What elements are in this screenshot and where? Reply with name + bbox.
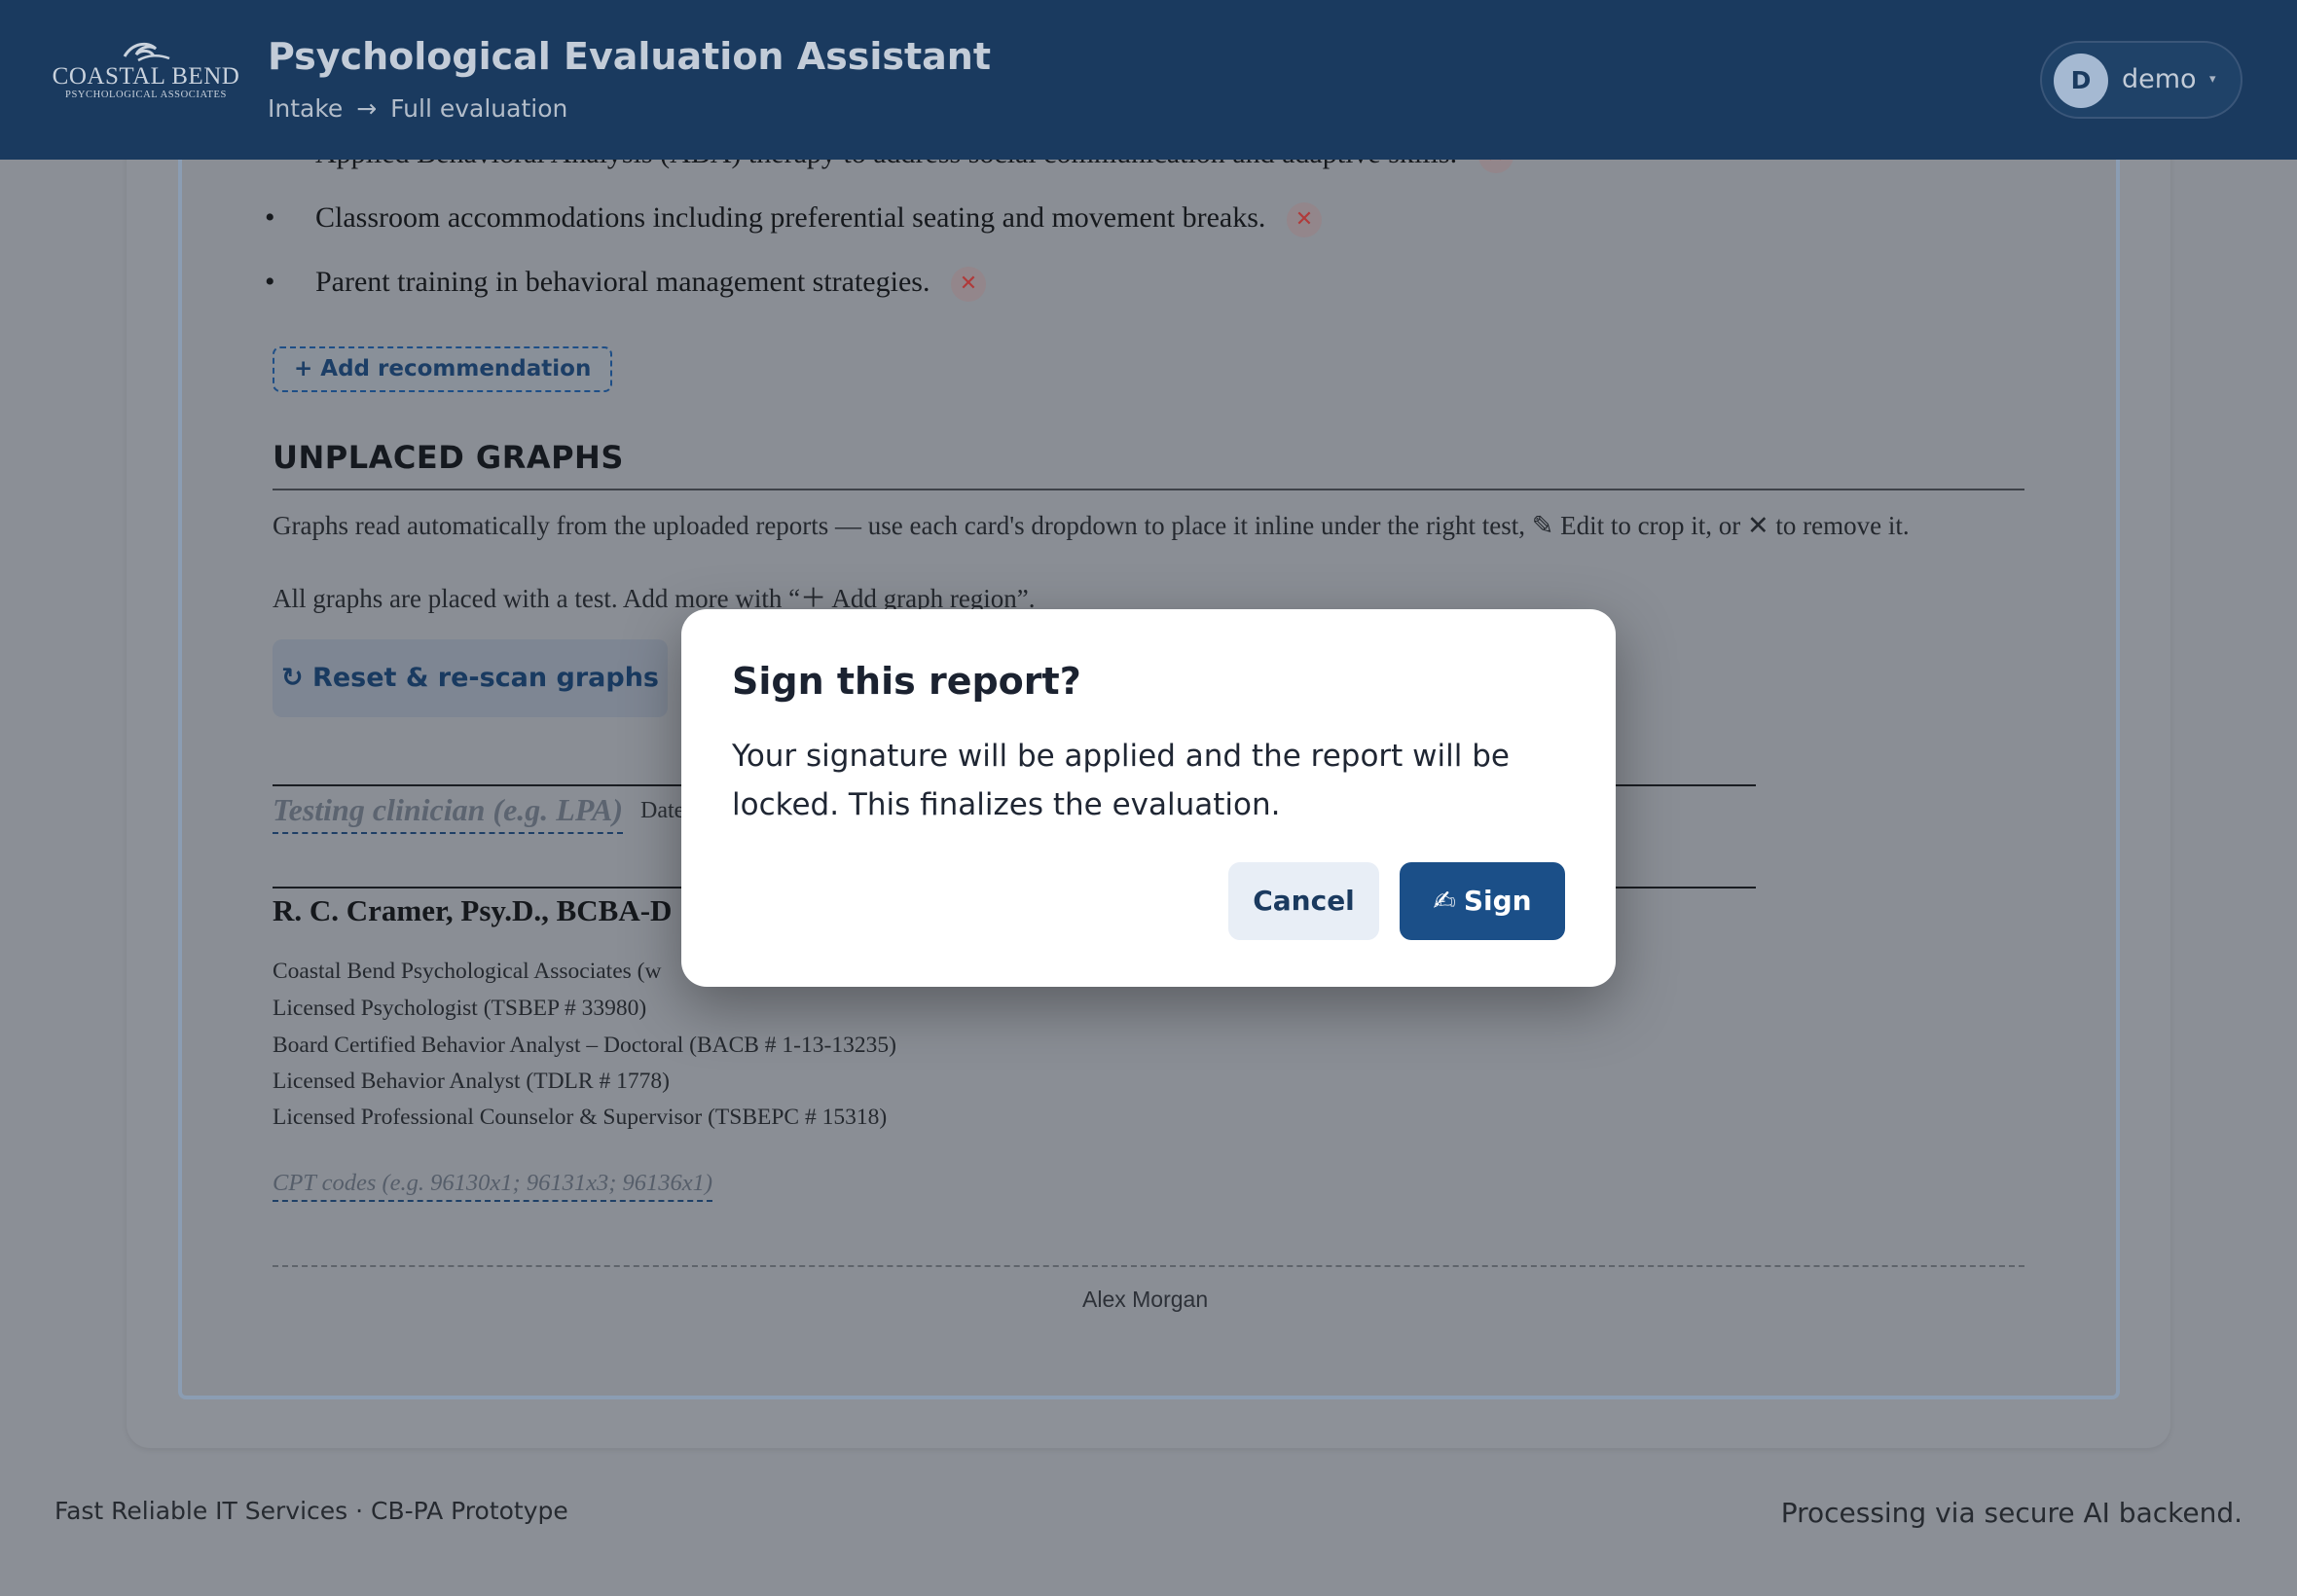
section-title-unplaced-graphs: UNPLACED GRAPHS <box>273 439 624 476</box>
avatar: D <box>2054 54 2108 108</box>
breadcrumb-arrow-icon: → <box>356 94 378 123</box>
sign-report-dialog: Sign this report? Your signature will be… <box>681 609 1616 987</box>
recommendation-item: • Parent training in behavioral manageme… <box>265 266 986 303</box>
credential-line: Licensed Professional Counselor & Superv… <box>273 1105 888 1130</box>
company-logo[interactable]: COASTAL BEND PSYCHOLOGICAL ASSOCIATES <box>49 39 243 115</box>
dialog-message: Your signature will be applied and the r… <box>732 739 1510 822</box>
credential-line: Licensed Behavior Analyst (TDLR # 1778) <box>273 1069 670 1094</box>
section-divider <box>273 489 2024 490</box>
bullet-icon: • <box>265 266 275 298</box>
dialog-title: Sign this report? <box>732 660 1081 703</box>
remove-recommendation-icon[interactable]: ✕ <box>950 267 986 303</box>
credential-line: Board Certified Behavior Analyst – Docto… <box>273 1033 896 1058</box>
recommendation-item: • Classroom accommodations including pre… <box>265 201 1322 238</box>
reset-rescan-graphs-button[interactable]: ↻ Reset & re-scan graphs <box>273 639 668 717</box>
date-label: Date <box>640 798 685 823</box>
report-footer-divider <box>273 1265 2024 1267</box>
logo-name: COASTAL BEND <box>52 63 240 90</box>
testing-clinician-field[interactable]: Testing clinician (e.g. LPA) <box>273 792 623 834</box>
app-title: Psychological Evaluation Assistant <box>268 35 992 78</box>
breadcrumb: Intake → Full evaluation <box>268 94 567 123</box>
footer-status: Processing via secure AI backend. <box>1780 1497 2242 1529</box>
user-name: demo <box>2122 64 2197 94</box>
patient-name: Alex Morgan <box>1082 1287 1209 1312</box>
breadcrumb-intake[interactable]: Intake <box>268 94 343 123</box>
recommendation-text[interactable]: Classroom accommodations including prefe… <box>315 201 1265 234</box>
signer-name: R. C. Cramer, Psy.D., BCBA-D <box>273 893 673 927</box>
remove-recommendation-icon[interactable]: ✕ <box>1286 202 1322 238</box>
add-recommendation-button[interactable]: + Add recommendation <box>273 346 613 392</box>
cancel-button[interactable]: Cancel <box>1228 862 1379 940</box>
graphs-help-text: Graphs read automatically from the uploa… <box>273 511 1910 540</box>
app-header: COASTAL BEND PSYCHOLOGICAL ASSOCIATES Ps… <box>0 0 2297 160</box>
cpt-codes-field[interactable]: CPT codes (e.g. 96130x1; 96131x3; 96136x… <box>273 1170 713 1202</box>
logo-subtitle: PSYCHOLOGICAL ASSOCIATES <box>65 90 227 100</box>
recommendation-text[interactable]: Parent training in behavioral management… <box>315 266 930 298</box>
user-menu-button[interactable]: D demo ▾ <box>2040 41 2242 119</box>
chevron-down-icon: ▾ <box>2209 72 2216 87</box>
wave-logo-icon <box>123 42 170 62</box>
sign-button-label: Sign <box>1463 885 1532 917</box>
breadcrumb-full-evaluation: Full evaluation <box>390 94 568 123</box>
sign-button[interactable]: ✍ Sign <box>1400 862 1565 940</box>
credential-line: Licensed Psychologist (TSBEP # 33980) <box>273 996 647 1021</box>
footer-credit: Fast Reliable IT Services · CB-PA Protot… <box>55 1497 568 1525</box>
bullet-icon: • <box>265 201 275 234</box>
writing-hand-icon: ✍ <box>1433 885 1456 917</box>
credential-line: Coastal Bend Psychological Associates (w <box>273 959 662 984</box>
